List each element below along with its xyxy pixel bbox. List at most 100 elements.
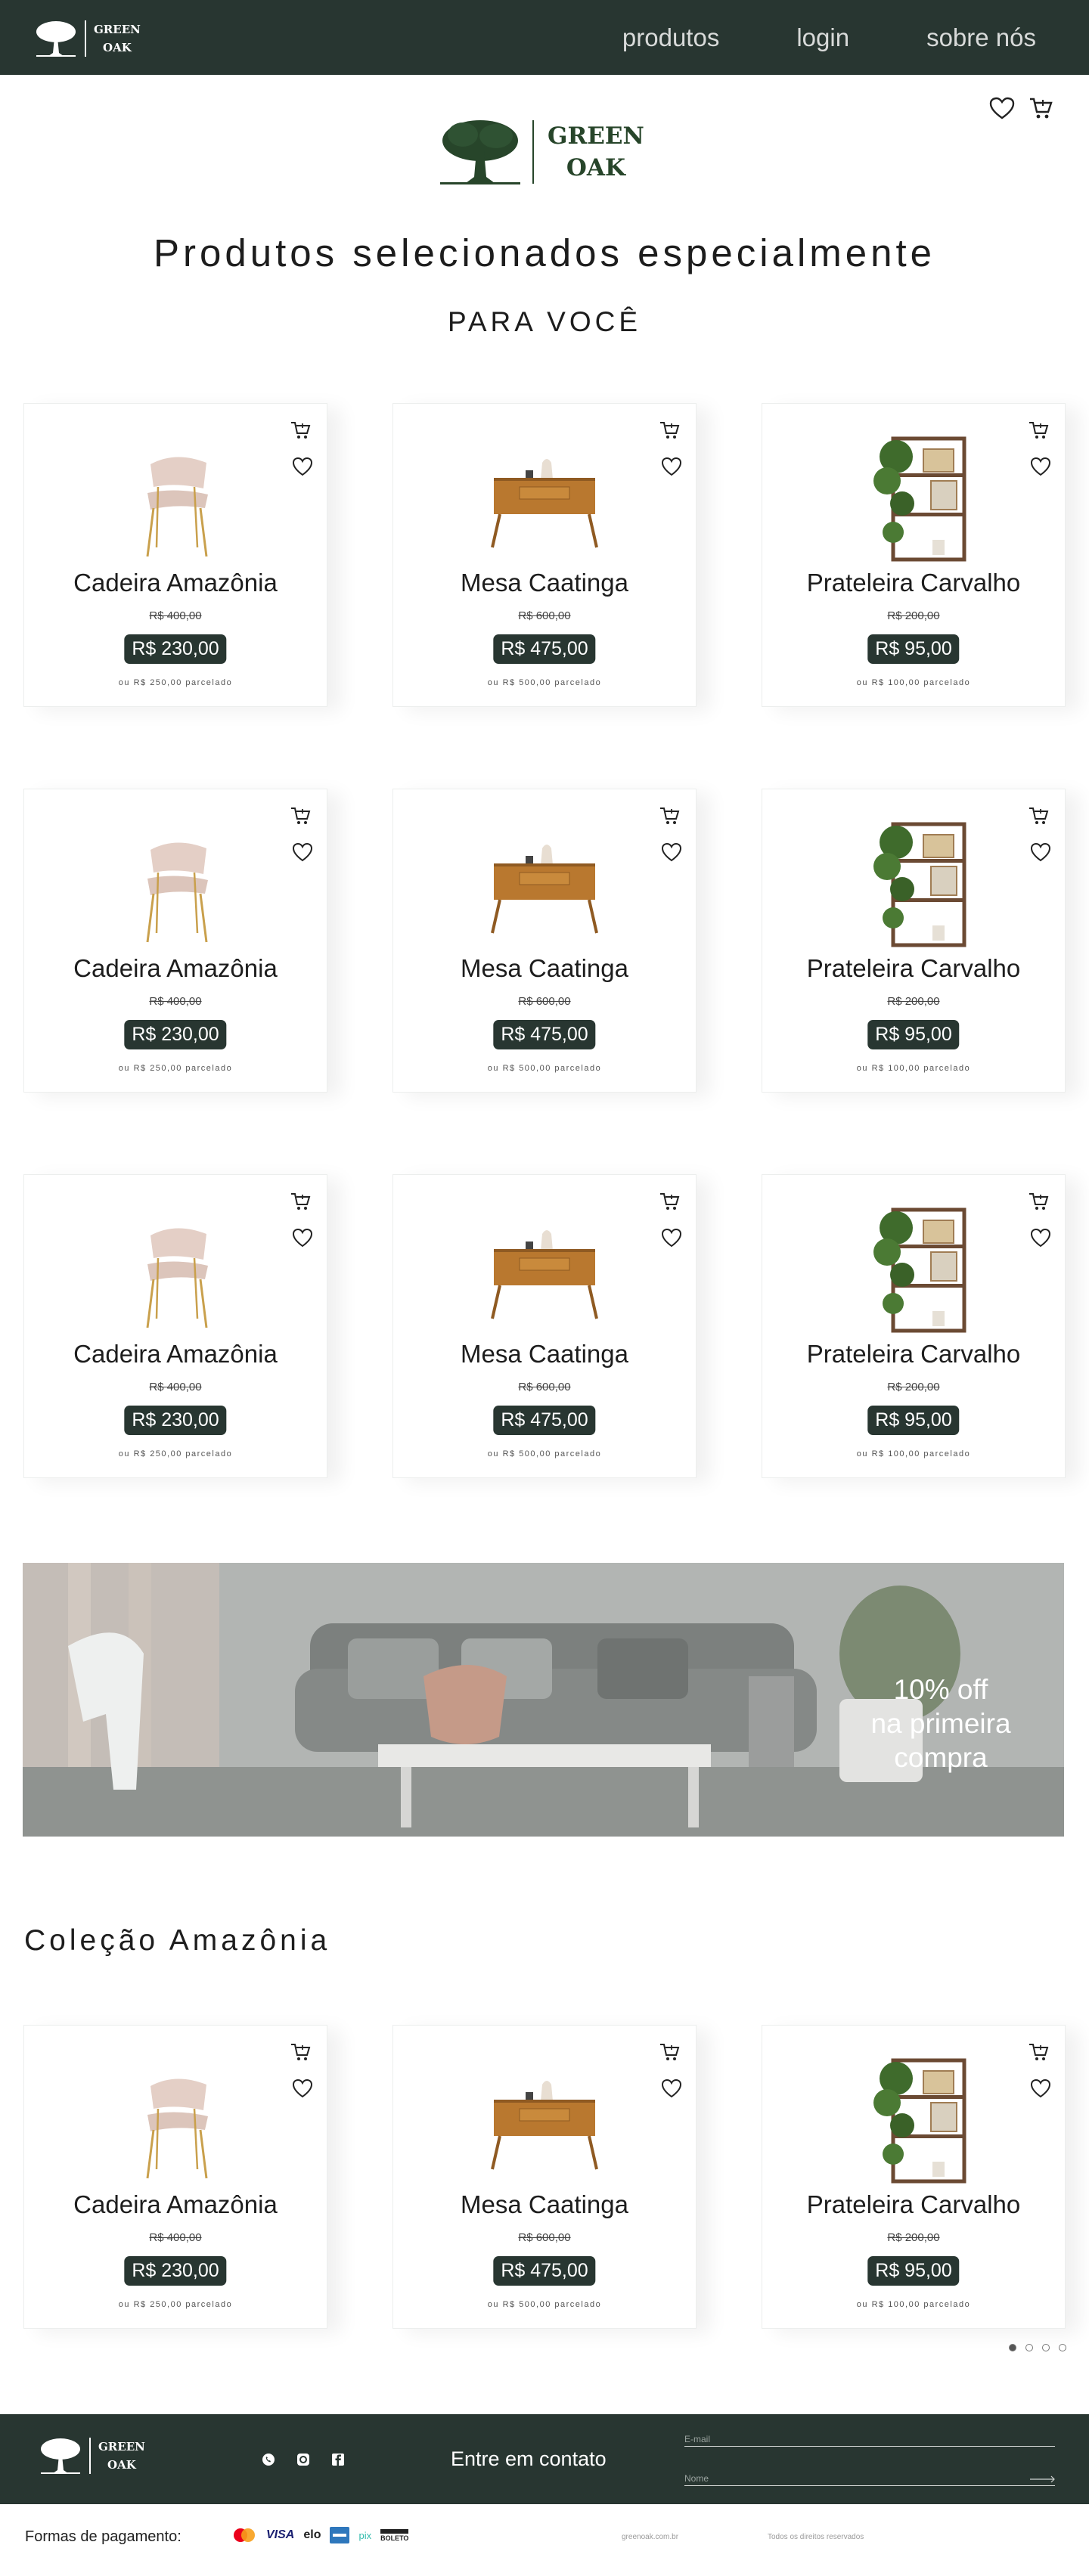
product-card[interactable]: Cadeira Amazônia R$ 400,00 R$ 230,00 ou R$ … (23, 2025, 327, 2329)
heart-icon[interactable] (661, 2078, 682, 2102)
heart-icon[interactable] (989, 97, 1015, 119)
heart-icon[interactable] (661, 1228, 682, 1251)
cart-icon[interactable] (290, 2042, 312, 2066)
facebook-icon[interactable] (331, 2453, 345, 2466)
heart-icon[interactable] (661, 842, 682, 866)
cart-icon[interactable] (659, 806, 681, 829)
product-card[interactable]: Mesa Caatinga R$ 600,00 R$ 475,00 ou R$ 500… (392, 1174, 697, 1478)
heart-icon[interactable] (1030, 1228, 1051, 1251)
cart-icon[interactable] (659, 1192, 681, 1215)
page-subtitle: PARA VOCÊ (447, 306, 642, 337)
product-price: R$ 230,00 (124, 2256, 227, 2286)
product-old-price: R$ 200,00 (887, 995, 940, 1008)
sideboard-image[interactable] (480, 820, 609, 948)
product-price: R$ 475,00 (493, 634, 596, 664)
product-price: R$ 230,00 (124, 1406, 227, 1435)
sideboard-image[interactable] (480, 1205, 609, 1334)
send-arrow-icon[interactable] (1030, 2475, 1056, 2483)
chair-image[interactable] (111, 820, 240, 948)
product-card[interactable]: Cadeira Amazônia R$ 400,00 R$ 230,00 ou R$ … (23, 1174, 327, 1478)
product-old-price: R$ 400,00 (149, 2231, 202, 2244)
cart-icon[interactable] (1028, 97, 1053, 119)
product-name[interactable]: Mesa Caatinga (393, 954, 696, 983)
brand-line2: OAK (103, 41, 132, 54)
carousel-dot[interactable] (1042, 2344, 1050, 2351)
product-name[interactable]: Prateleira Carvalho (762, 1340, 1065, 1369)
product-name[interactable]: Mesa Caatinga (393, 1340, 696, 1369)
shelf-image[interactable] (849, 1205, 978, 1334)
nav-produtos[interactable]: produtos (622, 23, 719, 52)
heart-icon[interactable] (292, 842, 313, 866)
product-installment: ou R$ 500,00 parcelado (487, 2300, 602, 2309)
hero-brand-line2: OAK (566, 154, 625, 181)
cart-icon[interactable] (290, 1192, 312, 1215)
footer-logo[interactable]: GREEN OAK (39, 2437, 145, 2475)
product-name[interactable]: Prateleira Carvalho (762, 569, 1065, 597)
product-old-price: R$ 200,00 (887, 1381, 940, 1393)
product-name[interactable]: Cadeira Amazônia (24, 2190, 327, 2219)
carousel-dot[interactable] (1025, 2344, 1033, 2351)
product-card[interactable]: Cadeira Amazônia R$ 400,00 R$ 230,00 ou R$ … (23, 403, 327, 707)
heart-icon[interactable] (1030, 457, 1051, 480)
shelf-image[interactable] (849, 434, 978, 563)
cart-icon[interactable] (1028, 2042, 1050, 2066)
heart-icon[interactable] (292, 2078, 313, 2102)
cart-icon[interactable] (290, 420, 312, 444)
shelf-image[interactable] (849, 820, 978, 948)
product-name[interactable]: Cadeira Amazônia (24, 1340, 327, 1369)
promo-banner[interactable]: 10% off na primeira compra (23, 1563, 1064, 1837)
heart-icon[interactable] (1030, 2078, 1051, 2102)
heart-icon[interactable] (292, 1228, 313, 1251)
product-card[interactable]: Cadeira Amazônia R$ 400,00 R$ 230,00 ou R$ … (23, 789, 327, 1093)
cart-icon[interactable] (1028, 420, 1050, 444)
payment-methods: VISA elo pix BOLETO (231, 2527, 409, 2543)
product-price: R$ 95,00 (867, 634, 960, 664)
email-field[interactable] (684, 2432, 1055, 2447)
chair-image[interactable] (111, 1205, 240, 1334)
hero-logo: GREEN OAK (440, 118, 644, 186)
heart-icon[interactable] (661, 457, 682, 480)
promo-text: 10% off na primeira compra (861, 1672, 1020, 1775)
product-card[interactable]: Prateleira Carvalho R$ 200,00 R$ 95,00 ou R… (762, 403, 1066, 707)
header-logo[interactable]: GREEN OAK (35, 20, 141, 57)
instagram-icon[interactable] (296, 2453, 310, 2466)
carousel-dot[interactable] (1009, 2344, 1016, 2351)
product-card[interactable]: Mesa Caatinga R$ 600,00 R$ 475,00 ou R$ 500… (392, 403, 697, 707)
product-price: R$ 230,00 (124, 634, 227, 664)
product-card[interactable]: Mesa Caatinga R$ 600,00 R$ 475,00 ou R$ 500… (392, 789, 697, 1093)
carousel-dot[interactable] (1059, 2344, 1066, 2351)
product-name[interactable]: Prateleira Carvalho (762, 954, 1065, 983)
shelf-image[interactable] (849, 2056, 978, 2184)
product-card[interactable]: Prateleira Carvalho R$ 200,00 R$ 95,00 ou R… (762, 1174, 1066, 1478)
sideboard-image[interactable] (480, 2056, 609, 2184)
product-name[interactable]: Cadeira Amazônia (24, 569, 327, 597)
cart-icon[interactable] (659, 2042, 681, 2066)
product-old-price: R$ 600,00 (518, 995, 571, 1008)
product-name[interactable]: Mesa Caatinga (393, 2190, 696, 2219)
cart-icon[interactable] (1028, 806, 1050, 829)
product-card[interactable]: Prateleira Carvalho R$ 200,00 R$ 95,00 ou R… (762, 2025, 1066, 2329)
product-name[interactable]: Cadeira Amazônia (24, 954, 327, 983)
product-name[interactable]: Prateleira Carvalho (762, 2190, 1065, 2219)
chair-image[interactable] (111, 434, 240, 563)
pix-icon: pix (358, 2529, 372, 2541)
cart-icon[interactable] (1028, 1192, 1050, 1215)
product-card[interactable]: Prateleira Carvalho R$ 200,00 R$ 95,00 ou R… (762, 789, 1066, 1093)
site-url[interactable]: greenoak.com.br (622, 2533, 678, 2541)
nav-login[interactable]: login (796, 23, 849, 52)
whatsapp-icon[interactable] (262, 2453, 275, 2466)
nav-sobre-nos[interactable]: sobre nós (926, 23, 1036, 52)
heart-icon[interactable] (1030, 842, 1051, 866)
product-name[interactable]: Mesa Caatinga (393, 569, 696, 597)
name-field[interactable] (684, 2472, 1055, 2486)
chair-image[interactable] (111, 2056, 240, 2184)
cart-icon[interactable] (290, 806, 312, 829)
sideboard-image[interactable] (480, 434, 609, 563)
product-card[interactable]: Mesa Caatinga R$ 600,00 R$ 475,00 ou R$ 500… (392, 2025, 697, 2329)
tree-logo-icon (440, 120, 520, 184)
product-installment: ou R$ 500,00 parcelado (487, 678, 602, 687)
product-old-price: R$ 400,00 (149, 1381, 202, 1393)
product-price: R$ 95,00 (867, 2256, 960, 2286)
heart-icon[interactable] (292, 457, 313, 480)
cart-icon[interactable] (659, 420, 681, 444)
